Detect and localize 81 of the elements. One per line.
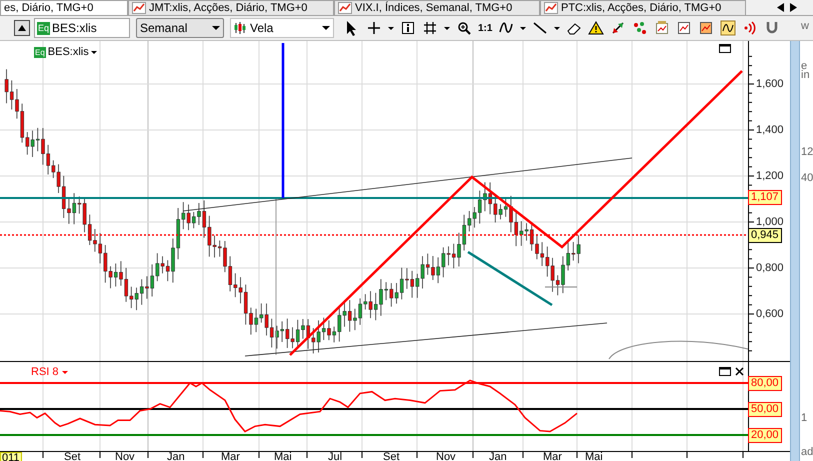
wave-icon[interactable] — [720, 20, 736, 36]
caret-icon[interactable] — [520, 26, 526, 30]
chart-tab[interactable]: VIX.I, Índices, Semanal, TMG+0 — [334, 0, 540, 15]
date-label: Set — [63, 452, 82, 461]
side-panel-text: ad — [801, 446, 813, 458]
caret-icon — [322, 26, 330, 30]
side-panel-text: 1 — [801, 412, 808, 424]
level-marker: 50,00 — [748, 402, 782, 417]
date-label: Jan — [488, 452, 508, 461]
close-icon[interactable] — [735, 367, 744, 376]
level-marker: 80,00 — [748, 376, 782, 391]
zoom-icon[interactable] — [456, 20, 472, 36]
scatter-icon[interactable] — [632, 20, 648, 36]
maximize-icon[interactable] — [719, 44, 731, 53]
equity-badge: Eq — [34, 46, 46, 58]
chart-window-icon[interactable] — [698, 20, 714, 36]
info-icon[interactable] — [400, 20, 416, 36]
caret-icon[interactable] — [90, 50, 97, 54]
side-panel-text: in — [801, 69, 810, 81]
chart-tab[interactable]: es, Diário, TMG+0 — [0, 0, 128, 15]
date-label: Jul — [327, 452, 344, 461]
side-panel-text: 40 — [801, 172, 813, 184]
date-label: Jan — [166, 452, 186, 461]
axis-label: 1,400 — [756, 124, 784, 136]
warning-icon[interactable] — [588, 20, 604, 36]
maximize-icon[interactable] — [719, 367, 731, 376]
axis-label: 1,000 — [756, 216, 784, 228]
chart-tab[interactable]: PTC:xlis, Acções, Diário, TMG+0 — [540, 0, 746, 15]
axis-label: 0,600 — [756, 308, 784, 320]
equity-badge: Eq — [37, 22, 50, 34]
tab-scroll-left-icon[interactable] — [777, 3, 784, 12]
crosshair-icon[interactable] — [366, 20, 382, 36]
symbol-value: BES:xlis — [52, 20, 97, 37]
caret-icon[interactable] — [444, 26, 450, 30]
date-label: Set — [382, 452, 401, 461]
chart-style-dropdown[interactable]: Vela — [230, 18, 334, 38]
trend-line[interactable] — [544, 286, 578, 288]
date-label: Mar — [542, 452, 563, 461]
arc-drawing[interactable] — [608, 340, 748, 360]
period-value: Semanal — [140, 20, 188, 37]
collapse-icon[interactable] — [14, 20, 30, 36]
date-label: 011 — [0, 452, 22, 461]
axis-label: 1,600 — [756, 78, 784, 90]
candlestick-icon — [234, 22, 246, 34]
date-label: Mai — [273, 452, 293, 461]
axis-label: 1,200 — [756, 170, 784, 182]
date-label: Mai — [584, 452, 604, 461]
chart-title[interactable]: BES:xlis — [48, 44, 89, 60]
chart-tab[interactable]: JMT:xlis, Acções, Diário, TMG+0 — [128, 0, 334, 15]
signal-icon[interactable] — [742, 20, 758, 36]
date-label: Mar — [220, 452, 241, 461]
date-label: Nov — [435, 452, 457, 461]
date-label: Nov — [114, 452, 136, 461]
channel-line[interactable] — [182, 158, 632, 212]
indicator-title[interactable]: RSI 8 — [31, 366, 59, 378]
caret-icon[interactable] — [554, 26, 560, 30]
magnet-icon[interactable] — [764, 20, 780, 36]
price-marker: 0,945 — [748, 228, 782, 243]
chart-window-icon[interactable] — [654, 20, 670, 36]
chart-style-value: Vela — [250, 20, 274, 37]
price-marker: 1,107 — [748, 190, 782, 206]
symbol-field[interactable]: Eq BES:xlis — [34, 18, 130, 38]
period-dropdown[interactable]: Semanal — [136, 18, 224, 38]
tab-scroll-right-icon[interactable] — [790, 3, 797, 12]
grid-icon[interactable] — [422, 20, 438, 36]
resize-arrow-icon[interactable] — [610, 20, 626, 36]
side-panel-text: 12 — [801, 146, 813, 158]
caret-icon — [212, 26, 220, 30]
wave-icon[interactable] — [498, 20, 514, 36]
zoom-ratio-button[interactable]: 1:1 — [478, 20, 492, 36]
trend-line[interactable] — [467, 250, 553, 306]
level-marker: 20,00 — [748, 428, 782, 443]
line-tool-icon[interactable] — [532, 20, 548, 36]
side-panel-text: e — [801, 60, 808, 72]
vertical-marker-line[interactable] — [282, 43, 284, 198]
chart-window-icon[interactable] — [676, 20, 692, 36]
channel-line[interactable] — [244, 322, 608, 356]
axis-label: 0,800 — [756, 262, 784, 274]
trend-line[interactable] — [289, 70, 743, 356]
side-panel-text: w — [801, 20, 809, 32]
caret-icon[interactable] — [388, 26, 394, 30]
